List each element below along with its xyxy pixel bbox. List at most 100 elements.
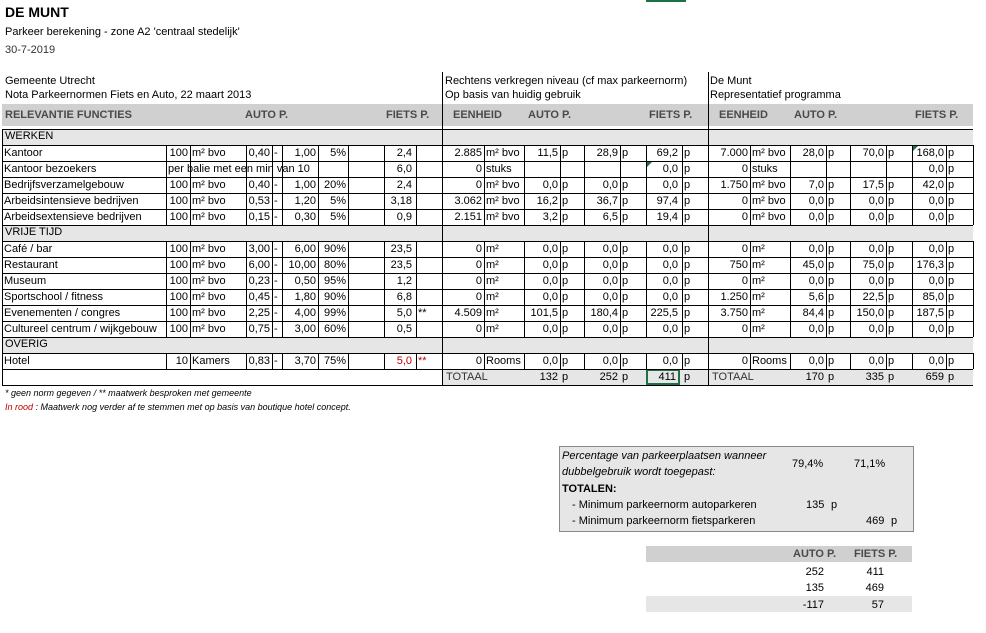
cell-name[interactable]: Evenementen / congres — [2, 305, 166, 321]
cell-r-a[interactable]: 0,0 — [790, 353, 826, 369]
cell-h-f[interactable]: 19,4 — [646, 209, 680, 225]
cell-max[interactable]: 10,00 — [282, 257, 318, 273]
total-fiets-huidig-selected[interactable]: 411 — [646, 369, 680, 385]
cell-h-bp[interactable] — [620, 161, 644, 177]
cell-r-bp[interactable]: p — [886, 305, 910, 321]
cell-star[interactable] — [416, 241, 440, 257]
cell-h-fp[interactable]: p — [682, 305, 706, 321]
cell-h-u[interactable]: m² — [484, 273, 524, 289]
cell-r-b[interactable]: 17,5 — [850, 177, 886, 193]
cell-dash[interactable]: - — [272, 289, 282, 305]
cell-r-q[interactable]: 1.250 — [710, 289, 750, 305]
cell-h-ap[interactable]: p — [560, 273, 584, 289]
cell-max[interactable]: 1,00 — [282, 177, 318, 193]
cell-h-a[interactable]: 0,0 — [524, 273, 560, 289]
cell-h-fp[interactable]: p — [682, 289, 706, 305]
cell-h-ap[interactable]: p — [560, 353, 584, 369]
cell-h-f[interactable]: 0,0 — [646, 353, 680, 369]
cell-r-bp[interactable]: p — [886, 257, 910, 273]
cell-h-a[interactable]: 11,5 — [524, 145, 560, 161]
cell-r-bp[interactable]: p — [886, 193, 910, 209]
cell-r-bp[interactable]: p — [886, 177, 910, 193]
cell-name[interactable]: Museum — [2, 273, 166, 289]
cell-r-fp[interactable]: p — [946, 241, 970, 257]
cell-name[interactable]: Café / bar — [2, 241, 166, 257]
cell-r-u[interactable]: Rooms — [750, 353, 790, 369]
cell-h-q[interactable]: 0 — [444, 177, 484, 193]
cell-min[interactable]: 0,53 — [246, 193, 272, 209]
cell-min[interactable]: 0,75 — [246, 321, 272, 337]
cell-qty[interactable]: 100 — [166, 289, 190, 305]
cell-r-a[interactable]: 84,4 — [790, 305, 826, 321]
cell-r-f[interactable]: 42,0 — [912, 177, 946, 193]
cell-r-f[interactable]: 0,0 — [912, 353, 946, 369]
cell-h-f[interactable]: 0,0 — [646, 321, 680, 337]
cell-r-fp[interactable]: p — [946, 305, 970, 321]
cell-r-fp[interactable]: p — [946, 145, 970, 161]
cell-r-fp[interactable]: p — [946, 273, 970, 289]
cell-r-f[interactable]: 176,3 — [912, 257, 946, 273]
cell-h-ap[interactable]: p — [560, 209, 584, 225]
cell-h-u[interactable]: m² bvo — [484, 209, 524, 225]
cell-qty[interactable]: 100 — [166, 257, 190, 273]
cell-r-u[interactable]: m² bvo — [750, 145, 790, 161]
cell-r-b[interactable]: 0,0 — [850, 321, 886, 337]
cell-star[interactable] — [416, 177, 440, 193]
cell-h-bp[interactable]: p — [620, 241, 644, 257]
cell-r-q[interactable]: 0 — [710, 241, 750, 257]
cell-max[interactable]: 6,00 — [282, 241, 318, 257]
cell-name[interactable]: Hotel — [2, 353, 166, 369]
cell-r-f[interactable]: 85,0 — [912, 289, 946, 305]
cell-h-a[interactable]: 0,0 — [524, 241, 560, 257]
cell-max[interactable]: 3,00 — [282, 321, 318, 337]
cell-dash[interactable]: - — [272, 241, 282, 257]
cell-max[interactable]: 0,50 — [282, 273, 318, 289]
cell-fiets[interactable]: 0,9 — [384, 209, 414, 225]
cell-dash[interactable]: - — [272, 257, 282, 273]
cell-h-bp[interactable]: p — [620, 321, 644, 337]
cell-dash[interactable] — [272, 161, 282, 177]
cell-h-fp[interactable]: p — [682, 321, 706, 337]
cell-unit[interactable]: m² bvo — [190, 193, 246, 209]
cell-star[interactable] — [416, 209, 440, 225]
cell-dash[interactable]: - — [272, 177, 282, 193]
cell-h-b[interactable] — [584, 161, 620, 177]
cell-pct[interactable]: 80% — [318, 257, 348, 273]
cell-r-f[interactable]: 0,0 — [912, 161, 946, 177]
cell-fiets[interactable]: 5,0 — [384, 353, 414, 369]
cell-qty[interactable]: 100 — [166, 273, 190, 289]
cell-star[interactable]: ** — [416, 305, 440, 321]
cell-r-q[interactable]: 750 — [710, 257, 750, 273]
cell-h-q[interactable]: 2.885 — [444, 145, 484, 161]
cell-h-a[interactable]: 101,5 — [524, 305, 560, 321]
cell-r-b[interactable]: 0,0 — [850, 209, 886, 225]
cell-fiets[interactable]: 3,18 — [384, 193, 414, 209]
cell-unit[interactable]: m² bvo — [190, 145, 246, 161]
cell-h-b[interactable]: 0,0 — [584, 241, 620, 257]
cell-h-ap[interactable]: p — [560, 145, 584, 161]
cell-pct[interactable] — [318, 161, 348, 177]
cell-h-fp[interactable]: p — [682, 177, 706, 193]
cell-unit[interactable]: m² bvo — [190, 321, 246, 337]
cell-h-ap[interactable]: p — [560, 305, 584, 321]
compare-auto-value[interactable]: -117 — [790, 597, 826, 613]
cell-dash[interactable]: - — [272, 145, 282, 161]
cell-name[interactable]: Bedrijfsverzamelgebouw — [2, 177, 166, 193]
cell-h-b[interactable]: 6,5 — [584, 209, 620, 225]
cell-h-b[interactable]: 0,0 — [584, 289, 620, 305]
cell-h-q[interactable]: 0 — [444, 289, 484, 305]
cell-fiets[interactable]: 2,4 — [384, 177, 414, 193]
cell-h-fp[interactable]: p — [682, 209, 706, 225]
cell-r-b[interactable] — [850, 161, 886, 177]
cell-r-b[interactable]: 0,0 — [850, 273, 886, 289]
cell-r-ap[interactable]: p — [826, 193, 850, 209]
cell-star[interactable] — [416, 193, 440, 209]
cell-h-fp[interactable]: p — [682, 257, 706, 273]
cell-dash[interactable]: - — [272, 209, 282, 225]
cell-qty[interactable]: 100 — [166, 177, 190, 193]
compare-fiets-value[interactable]: 57 — [850, 597, 886, 613]
compare-auto-value[interactable]: 135 — [790, 580, 826, 596]
cell-r-bp[interactable]: p — [886, 289, 910, 305]
cell-h-f[interactable]: 69,2 — [646, 145, 680, 161]
cell-h-f[interactable]: 97,4 — [646, 193, 680, 209]
